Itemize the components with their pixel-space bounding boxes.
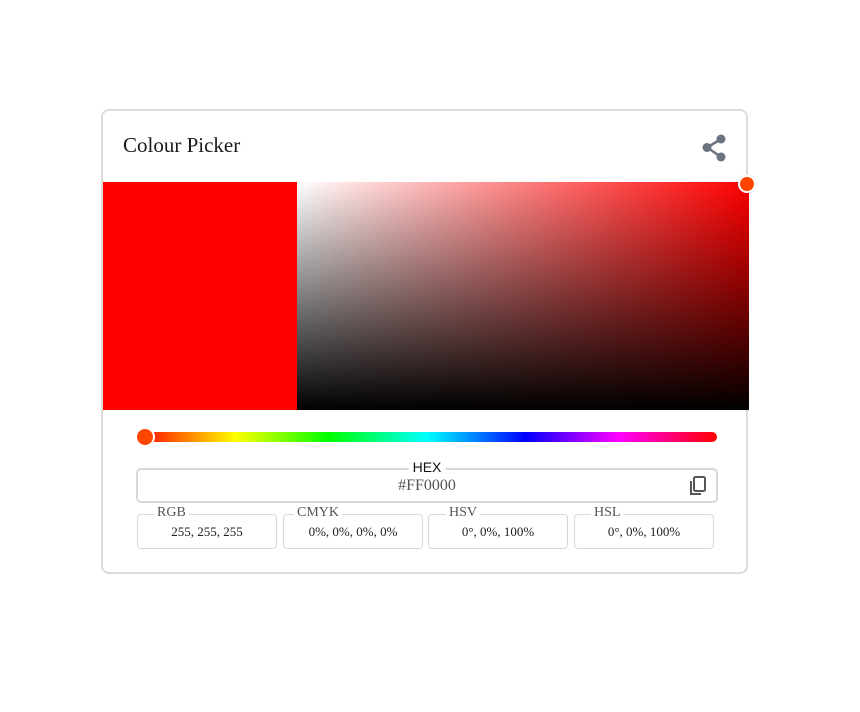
cmyk-field[interactable]: CMYK 0%, 0%, 0%, 0% [283, 505, 423, 549]
hue-slider[interactable] [137, 432, 717, 442]
hsv-label: HSV [446, 505, 481, 521]
hex-value[interactable]: #FF0000 [138, 477, 716, 495]
saturation-value-thumb[interactable] [738, 175, 756, 193]
colour-preview [103, 182, 297, 410]
copy-icon[interactable] [687, 475, 709, 497]
colour-picker-card: Colour Picker HEX #FF0000 RGB 255, 255, … [101, 109, 756, 574]
rgb-label: RGB [154, 505, 189, 521]
rgb-value[interactable]: 255, 255, 255 [138, 524, 276, 540]
page-title: Colour Picker [123, 133, 241, 157]
hsv-field[interactable]: HSV 0°, 0%, 100% [428, 505, 568, 549]
share-icon[interactable] [699, 133, 729, 163]
hsl-field[interactable]: HSL 0°, 0%, 100% [574, 505, 714, 549]
cmyk-value[interactable]: 0%, 0%, 0%, 0% [284, 524, 422, 540]
saturation-value-picker[interactable] [297, 182, 749, 410]
hex-field[interactable]: HEX #FF0000 [136, 459, 718, 503]
hsv-value[interactable]: 0°, 0%, 100% [429, 524, 567, 540]
hsl-label: HSL [591, 505, 624, 521]
hex-label: HEX [408, 459, 446, 475]
hsl-value[interactable]: 0°, 0%, 100% [575, 524, 713, 540]
hue-slider-thumb[interactable] [135, 427, 155, 447]
cmyk-label: CMYK [294, 505, 343, 521]
rgb-field[interactable]: RGB 255, 255, 255 [137, 505, 277, 549]
